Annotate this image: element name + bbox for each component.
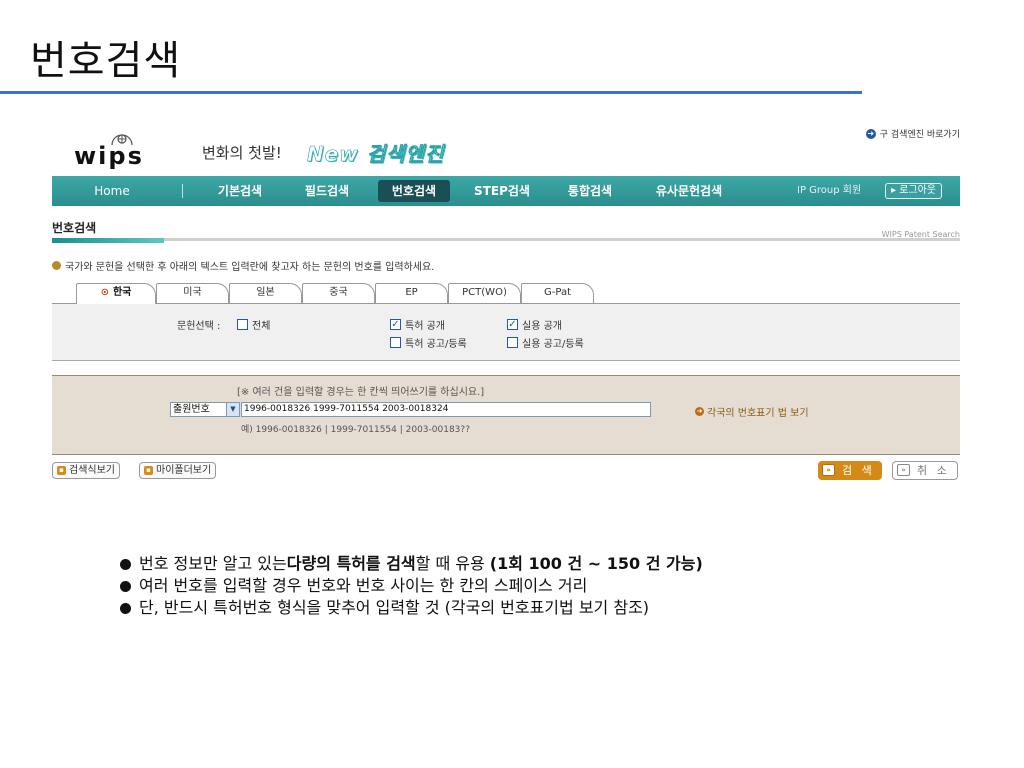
note-1-emphasis: 다량의 특허를 검색 (286, 554, 416, 573)
nav-integrated-search[interactable]: 통합검색 (560, 176, 620, 206)
tagline: 변화의 첫발! (202, 144, 282, 162)
arrow-circle-icon: ➜ (865, 128, 876, 139)
tab-usa[interactable]: 미국 (156, 283, 229, 303)
checkbox-patent-publication-label: 특허 공개 (405, 321, 445, 332)
number-format-link[interactable]: ➜ 각국의 번호표기 법 보기 (695, 404, 809, 419)
number-format-link-label: 각국의 번호표기 법 보기 (707, 408, 809, 419)
checkbox-patent-registration-label: 특허 공고/등록 (405, 339, 467, 350)
checkbox-utility-registration-label: 실용 공고/등록 (522, 339, 584, 350)
note-line-2: 여러 번호를 입력할 경우 번호와 번호 사이는 한 칸의 스페이스 거리 (120, 575, 703, 597)
tab-ep[interactable]: EP (375, 283, 448, 303)
input-hint: [※ 여러 건을 입력할 경우는 한 칸씩 띄어쓰기를 하십시요.] (237, 387, 485, 398)
checkbox-patent-registration[interactable]: 특허 공고/등록 (390, 335, 467, 350)
bullet-icon (120, 602, 131, 614)
instruction: 국가와 문헌을 선택한 후 아래의 텍스트 입력란에 찾고자 하는 문헌의 번호… (52, 258, 434, 273)
number-type-select[interactable]: 출원번호 ▼ (170, 402, 240, 417)
checkbox-box[interactable] (390, 337, 401, 348)
note-1-part-c: 할 때 유용 (415, 554, 490, 573)
selected-dot-icon: ⊙ (100, 287, 109, 298)
logout-label: 로그아웃 (899, 185, 937, 196)
number-input[interactable]: 1996-0018326 1999-7011554 2003-0018324 (241, 402, 651, 417)
wips-logo[interactable]: wips (72, 132, 167, 170)
document-icon: ▪ (57, 466, 66, 475)
note-line-3: 단, 반드시 특허번호 형식을 맞추어 입력할 것 (각국의 번호표기법 보기 … (120, 597, 703, 619)
double-arrow-icon: » (822, 464, 835, 476)
number-type-value: 출원번호 (173, 404, 210, 415)
my-folder-button[interactable]: ▪ 마이폴더보기 (139, 462, 217, 479)
section-underline (52, 238, 960, 241)
search-button-label: 검 색 (842, 464, 875, 477)
nav-separator (182, 184, 183, 198)
checkbox-box[interactable] (507, 337, 518, 348)
document-options-panel: 문헌선택 : 전체 ✓ 특허 공개 ✓ 실용 공개 특허 공고/등록 실용 공고/등… (52, 304, 960, 361)
my-folder-label: 마이폴더보기 (156, 465, 212, 476)
note-1-capacity: (1회 100 건 ~ 150 건 가능) (489, 554, 703, 573)
note-1-part-a: 번호 정보만 알고 있는 (139, 554, 287, 573)
beta-badge: Beta (679, 167, 699, 175)
nav-field-search[interactable]: 필드검색 (297, 176, 357, 206)
checkbox-utility-registration[interactable]: 실용 공고/등록 (507, 335, 584, 350)
checkbox-all[interactable]: 전체 (237, 317, 270, 332)
chevron-down-icon[interactable]: ▼ (226, 403, 239, 416)
section-title: 번호검색 (52, 221, 97, 235)
view-query-label: 검색식보기 (69, 465, 115, 476)
old-engine-link[interactable]: ➜ 구 검색엔진 바로가기 (865, 127, 960, 140)
nav-similar-doc-search[interactable]: Beta 유사문헌검색 (644, 167, 734, 206)
checkbox-all-label: 전체 (252, 321, 271, 332)
checkbox-checked[interactable]: ✓ (507, 319, 518, 330)
tab-g-pat[interactable]: G-Pat (521, 283, 594, 303)
tab-japan[interactable]: 일본 (229, 283, 302, 303)
wips-search-window: wips 변화의 첫발! New 검색엔진 ➜ 구 검색엔진 바로가기 Home… (52, 118, 960, 490)
instruction-text: 국가와 문헌을 선택한 후 아래의 텍스트 입력란에 찾고자 하는 문헌의 번호… (65, 262, 435, 273)
double-arrow-icon: » (897, 464, 910, 476)
note-3-text: 단, 반드시 특허번호 형식을 맞추어 입력할 것 (각국의 번호표기법 보기 … (139, 598, 650, 617)
slide-title: 번호검색 (30, 38, 182, 84)
cancel-button-label: 취 소 (917, 464, 950, 477)
bullet-icon (52, 261, 61, 270)
bullet-icon (120, 558, 131, 570)
document-select-label: 문헌선택 : (177, 321, 221, 332)
search-button[interactable]: » 검 색 (818, 461, 882, 480)
logout-button[interactable]: ▸ 로그아웃 (885, 183, 943, 199)
checkbox-box[interactable] (237, 319, 248, 330)
section-underline-accent (52, 238, 164, 243)
usage-notes: 번호 정보만 알고 있는 다량의 특허를 검색 할 때 유용 (1회 100 건… (120, 553, 703, 619)
logo-text: wips (74, 142, 144, 170)
number-input-panel: [※ 여러 건을 입력할 경우는 한 칸씩 띄어쓰기를 하십시요.] 출원번호 … (52, 375, 960, 455)
user-group-label: IP Group 회원 (797, 185, 862, 196)
tab-china[interactable]: 중국 (302, 283, 375, 303)
view-query-button[interactable]: ▪ 검색식보기 (52, 462, 120, 479)
old-engine-link-label: 구 검색엔진 바로가기 (879, 130, 960, 140)
checkbox-utility-publication-label: 실용 공개 (522, 321, 562, 332)
tab-korea[interactable]: ⊙ 한국 (76, 283, 156, 304)
nav-number-search[interactable]: 번호검색 (378, 180, 450, 202)
checkbox-utility-publication[interactable]: ✓ 실용 공개 (507, 317, 562, 332)
checkbox-checked[interactable]: ✓ (390, 319, 401, 330)
nav-home[interactable]: Home (82, 176, 142, 206)
checkbox-patent-publication[interactable]: ✓ 특허 공개 (390, 317, 445, 332)
cancel-button[interactable]: » 취 소 (892, 461, 958, 480)
folder-icon: ▪ (144, 466, 153, 475)
arrow-circle-icon: ➜ (695, 407, 704, 416)
nav-step-search[interactable]: STEP검색 (467, 176, 537, 206)
input-example: 예) 1996-0018326 | 1999-7011554 | 2003-00… (241, 425, 470, 435)
tagline-brand: New 검색엔진 (307, 142, 445, 167)
nav-similar-doc-search-label: 유사문헌검색 (655, 184, 723, 198)
tab-korea-label: 한국 (112, 287, 132, 298)
note-2-text: 여러 번호를 입력할 경우 번호와 번호 사이는 한 칸의 스페이스 거리 (139, 576, 588, 595)
nav-basic-search[interactable]: 기본검색 (210, 176, 270, 206)
bullet-icon (120, 580, 131, 592)
main-nav: Home 기본검색 필드검색 번호검색 STEP검색 통합검색 Beta 유사문… (52, 167, 960, 206)
tab-pct-wo[interactable]: PCT(WO) (448, 283, 521, 303)
note-line-1: 번호 정보만 알고 있는 다량의 특허를 검색 할 때 유용 (1회 100 건… (120, 553, 703, 575)
title-rule (0, 91, 862, 94)
